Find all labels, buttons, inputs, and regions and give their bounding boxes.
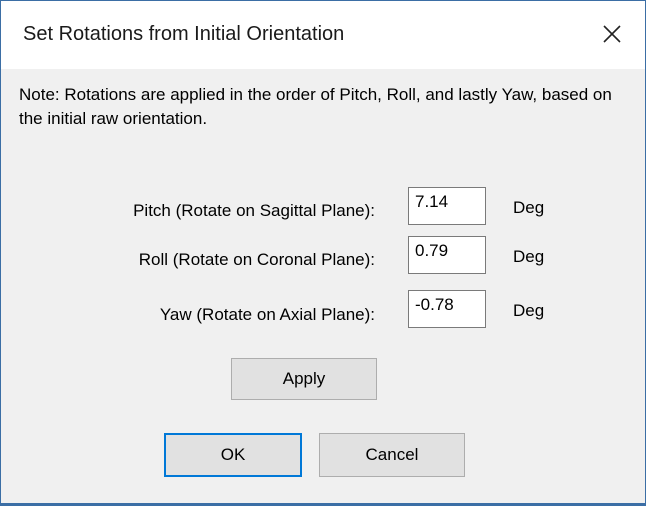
roll-input[interactable]: 0.79 — [408, 236, 486, 274]
dialog-title: Set Rotations from Initial Orientation — [23, 23, 345, 45]
pitch-unit: Deg — [513, 198, 545, 217]
ok-button[interactable]: OK — [164, 433, 302, 477]
yaw-label: Yaw (Rotate on Axial Plane): — [159, 305, 375, 324]
roll-unit: Deg — [513, 247, 545, 266]
pitch-label: Pitch (Rotate on Sagittal Plane): — [133, 201, 375, 220]
apply-button[interactable]: Apply — [231, 358, 377, 400]
yaw-input[interactable]: -0.78 — [408, 290, 486, 328]
close-icon — [603, 25, 621, 43]
note-text: Note: Rotations are applied in the order… — [19, 85, 612, 128]
yaw-unit: Deg — [513, 301, 545, 320]
title-bar: Set Rotations from Initial Orientation — [1, 1, 645, 69]
roll-label: Roll (Rotate on Coronal Plane): — [138, 250, 375, 269]
cancel-button[interactable]: Cancel — [319, 433, 465, 477]
close-button[interactable] — [585, 1, 645, 69]
window-bottom-border — [1, 503, 645, 505]
pitch-input[interactable]: 7.14 — [408, 187, 486, 225]
rotation-dialog: Set Rotations from Initial Orientation N… — [0, 0, 646, 506]
